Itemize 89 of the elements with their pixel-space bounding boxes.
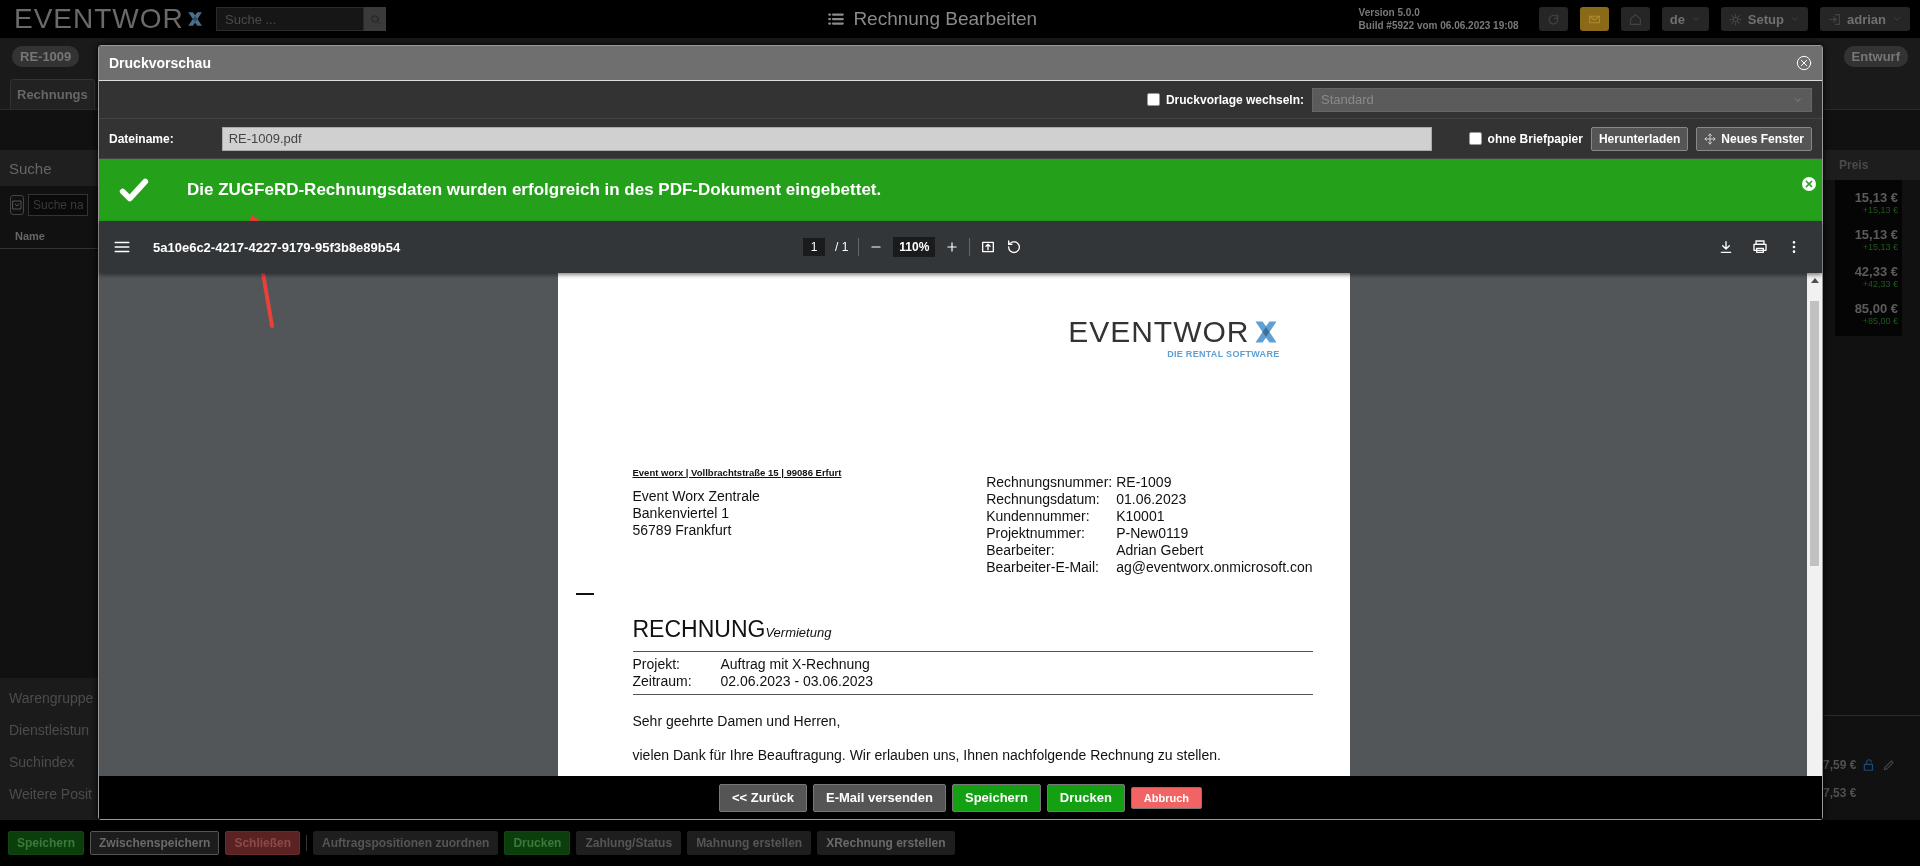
- version-text: Version 5.0.0: [1358, 6, 1421, 19]
- info-value: Adrian Gebert: [1116, 542, 1205, 559]
- price-text: 15,13 €: [1854, 190, 1898, 205]
- invoice-number-badge: RE-1009: [12, 46, 80, 67]
- plus-icon[interactable]: [945, 240, 960, 254]
- dialog-button[interactable]: Herunterladen: [1590, 126, 1689, 151]
- page-number-field[interactable]: 1: [803, 238, 825, 256]
- build-text: Build #5922 vom 06.06.2023 19:08: [1358, 19, 1519, 32]
- price-text: 42,33 €: [1854, 264, 1898, 279]
- page-title: Rechnung Bearbeiten: [853, 8, 1038, 30]
- address-line: Event Worx Zentrale: [632, 488, 761, 505]
- footer-button[interactable]: E-Mail versenden: [813, 783, 946, 812]
- gear-icon: [1728, 12, 1742, 26]
- scrollbar[interactable]: [1807, 273, 1822, 776]
- fold-mark: [575, 593, 594, 595]
- info-label: Projektnummer:: [986, 525, 1086, 542]
- panel-header: Suche: [0, 150, 98, 186]
- rotate-icon[interactable]: [1006, 239, 1023, 255]
- status-badge: Entwurf: [1843, 46, 1908, 67]
- document-subtitle: Vermietung: [765, 625, 832, 640]
- address-line: 56789 Frankfurt: [632, 522, 733, 539]
- document-title: RECHNUNG: [632, 616, 766, 643]
- refresh-icon: [1546, 12, 1560, 26]
- footer-button[interactable]: Abbruch: [1130, 786, 1203, 809]
- price-change-text: +42,33 €: [1862, 279, 1898, 289]
- user-button[interactable]: adrian: [1820, 7, 1910, 31]
- download-icon[interactable]: [1718, 239, 1734, 255]
- dialog-button[interactable]: Neues Fenster: [1696, 126, 1812, 151]
- total-text: 7,53 €: [1823, 786, 1857, 800]
- toolbar-button[interactable]: Zwischenspeichern: [90, 831, 220, 855]
- project-value: Auftrag mit X-Rechnung: [720, 656, 871, 673]
- close-icon[interactable]: [1802, 177, 1816, 191]
- info-value: K10001: [1116, 508, 1166, 525]
- info-value: ag@eventworx.onmicrosoft.con: [1116, 559, 1313, 576]
- info-label: Kundennummer:: [986, 508, 1091, 525]
- footer-button[interactable]: Speichern: [951, 783, 1041, 812]
- dropdown-icon: [11, 199, 23, 211]
- info-value: P-New0119: [1116, 525, 1190, 542]
- info-value: RE-1009: [1116, 474, 1173, 491]
- price-change-text: +15,13 €: [1862, 242, 1898, 252]
- document-logo-text: EVENTWOR: [1068, 315, 1250, 349]
- toolbar-button[interactable]: XRechnung erstellen: [817, 831, 955, 855]
- sign-in-icon: [1828, 12, 1841, 26]
- pencil-icon: [1882, 758, 1897, 772]
- file-name: 5a10e6c2-4217-4227-9179-95f3b8e89b54: [153, 239, 402, 255]
- mail-button[interactable]: [1579, 7, 1609, 31]
- setup-button[interactable]: Setup: [1720, 7, 1808, 31]
- price-change-text: +15,13 €: [1862, 205, 1898, 215]
- project-value: 02.06.2023 - 03.06.2023: [720, 673, 875, 690]
- price-text: 15,13 €: [1854, 227, 1898, 242]
- info-label: Bearbeiter-E-Mail:: [986, 559, 1100, 576]
- info-label: Rechnungsnummer:: [986, 474, 1113, 491]
- price-text: 85,00 €: [1854, 301, 1898, 316]
- toolbar-button[interactable]: Drucken: [504, 831, 571, 855]
- zoom-level[interactable]: 110%: [893, 237, 936, 257]
- checkbox[interactable]: [1468, 132, 1482, 145]
- address-line: Bankenviertel 1: [632, 505, 730, 522]
- toolbar-button[interactable]: Speichern: [8, 831, 85, 855]
- scroll-up-icon[interactable]: [1810, 278, 1819, 283]
- language-select[interactable]: de: [1661, 7, 1709, 31]
- checkbox-label: Druckvorlage wechseln:: [1165, 92, 1304, 107]
- info-label: Rechnungsdatum:: [986, 491, 1101, 508]
- info-label: Bearbeiter:: [986, 542, 1056, 559]
- move-icon: [1704, 132, 1717, 145]
- logo-text: EVENTWOR: [14, 3, 184, 35]
- info-value: 01.06.2023: [1116, 491, 1188, 508]
- home-icon: [1628, 12, 1642, 26]
- checkbox-label: ohne Briefpapier: [1487, 131, 1583, 146]
- filename-field[interactable]: RE-1009.pdf: [221, 126, 1432, 151]
- fit-page-icon[interactable]: [980, 239, 997, 255]
- dialog-title: Druckvorschau: [109, 55, 211, 71]
- record-tab[interactable]: Rechnungs: [10, 79, 95, 109]
- print-icon[interactable]: [1752, 239, 1768, 255]
- field-label: Dateiname:: [109, 131, 174, 146]
- footer-button[interactable]: Drucken: [1046, 783, 1125, 812]
- page-count: / 1: [835, 240, 849, 254]
- intro-text: vielen Dank für Ihre Beauftragung. Wir erlauben uns, Ihnen nachfolgende Rechnung zu stellen.: [632, 747, 1222, 763]
- project-label: Projekt:: [632, 656, 681, 673]
- close-icon[interactable]: [1796, 55, 1812, 71]
- alert-message: Die ZUGFeRD-Rechnungsdaten wurden erfolgreich in des PDF-Dokument eingebettet.: [187, 180, 882, 200]
- sender-line: Event worx | Vollbrachtstraße 15 | 99086 Erfurt: [632, 467, 843, 478]
- project-label: Zeitraum:: [632, 673, 693, 690]
- footer-button[interactable]: << Zurück: [718, 783, 808, 812]
- price-change-text: +85,00 €: [1862, 316, 1898, 326]
- checkbox[interactable]: [1146, 93, 1160, 106]
- total-text: 7,59 €: [1823, 758, 1857, 772]
- list-icon: [827, 10, 846, 28]
- document-tagline: DIE RENTAL SOFTWARE: [1167, 349, 1280, 359]
- greeting-text: Sehr geehrte Damen und Herren,: [632, 713, 842, 729]
